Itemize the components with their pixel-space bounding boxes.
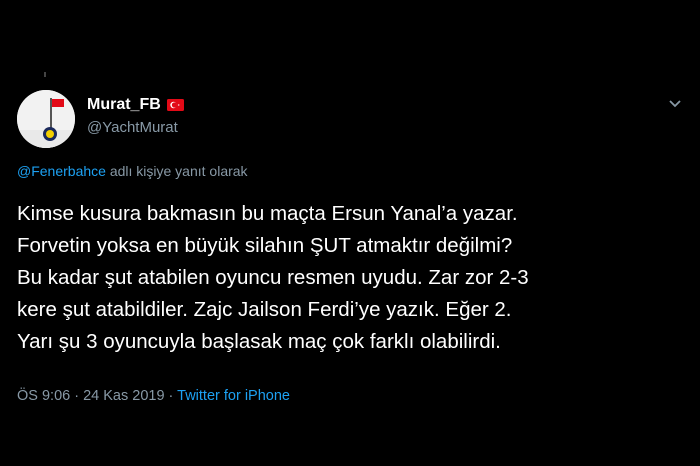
reply-context: @Fenerbahce adlı kişiye yanıt olarak <box>17 163 248 179</box>
reply-suffix: adlı kişiye yanıt olarak <box>105 163 248 179</box>
divider-mark <box>44 72 46 77</box>
display-name[interactable]: Murat_FB <box>87 96 161 114</box>
user-handle[interactable]: @YachtMurat <box>87 119 178 136</box>
tweet-source-link[interactable]: Twitter for iPhone <box>177 388 290 404</box>
reply-mention-link[interactable]: @Fenerbahce <box>17 163 106 179</box>
tweet-meta: ÖS 9:06 · 24 Kas 2019 · Twitter for iPho… <box>17 388 290 404</box>
author-name-row: Murat_FB <box>87 96 184 114</box>
tweet-time[interactable]: ÖS 9:06 <box>17 388 70 404</box>
tweet-card: Murat_FB @YachtMurat @Fenerbahce adlı ki… <box>0 0 700 466</box>
meta-separator: · <box>164 388 178 404</box>
tweet-date[interactable]: 24 Kas 2019 <box>83 388 164 404</box>
tweet-text: Kimse kusura bakmasın bu maçta Ersun Yan… <box>17 202 529 353</box>
meta-separator: · <box>70 388 84 404</box>
avatar[interactable] <box>17 90 75 148</box>
turkey-flag-icon <box>166 99 184 111</box>
avatar-image <box>17 90 75 148</box>
chevron-down-icon[interactable] <box>668 99 682 109</box>
